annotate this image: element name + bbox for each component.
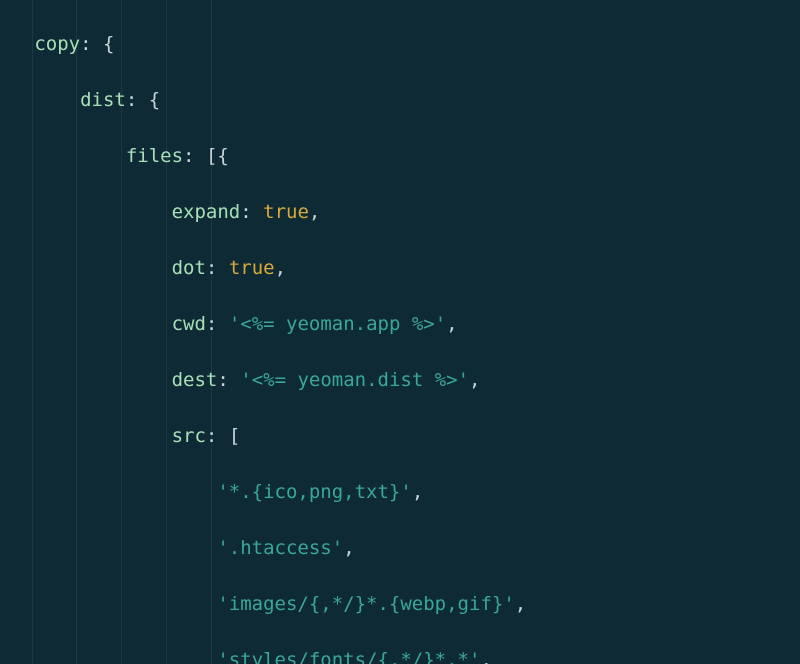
string-literal: '*.{ico,png,txt}'	[217, 481, 411, 503]
string-literal: '.htaccess'	[217, 537, 343, 559]
code-line: files: [{	[0, 142, 800, 170]
property-key: files	[126, 145, 183, 167]
code-line: expand: true,	[0, 198, 800, 226]
code-line: dist: {	[0, 86, 800, 114]
code-line: dest: '<%= yeoman.dist %>',	[0, 366, 800, 394]
code-line: cwd: '<%= yeoman.app %>',	[0, 310, 800, 338]
code-editor[interactable]: copy: { dist: { files: [{ expand: true, …	[0, 0, 800, 664]
property-key: dist	[80, 89, 126, 111]
code-line: '*.{ico,png,txt}',	[0, 478, 800, 506]
boolean-literal: true	[263, 201, 309, 223]
property-key: cwd	[172, 313, 206, 335]
property-key: copy	[34, 33, 80, 55]
property-key: src	[172, 425, 206, 447]
code-block: copy: { dist: { files: [{ expand: true, …	[0, 2, 800, 664]
code-line: src: [	[0, 422, 800, 450]
string-literal: 'styles/fonts/{,*/}*.*'	[217, 649, 480, 664]
code-line: 'styles/fonts/{,*/}*.*',	[0, 646, 800, 664]
boolean-literal: true	[229, 257, 275, 279]
property-key: expand	[172, 201, 241, 223]
string-literal: 'images/{,*/}*.{webp,gif}'	[217, 593, 514, 615]
code-line: 'images/{,*/}*.{webp,gif}',	[0, 590, 800, 618]
property-key: dest	[172, 369, 218, 391]
string-literal: '<%= yeoman.app %>'	[229, 313, 446, 335]
code-line: '.htaccess',	[0, 534, 800, 562]
string-literal: '<%= yeoman.dist %>'	[240, 369, 469, 391]
code-line: dot: true,	[0, 254, 800, 282]
code-line: copy: {	[0, 30, 800, 58]
property-key: dot	[172, 257, 206, 279]
